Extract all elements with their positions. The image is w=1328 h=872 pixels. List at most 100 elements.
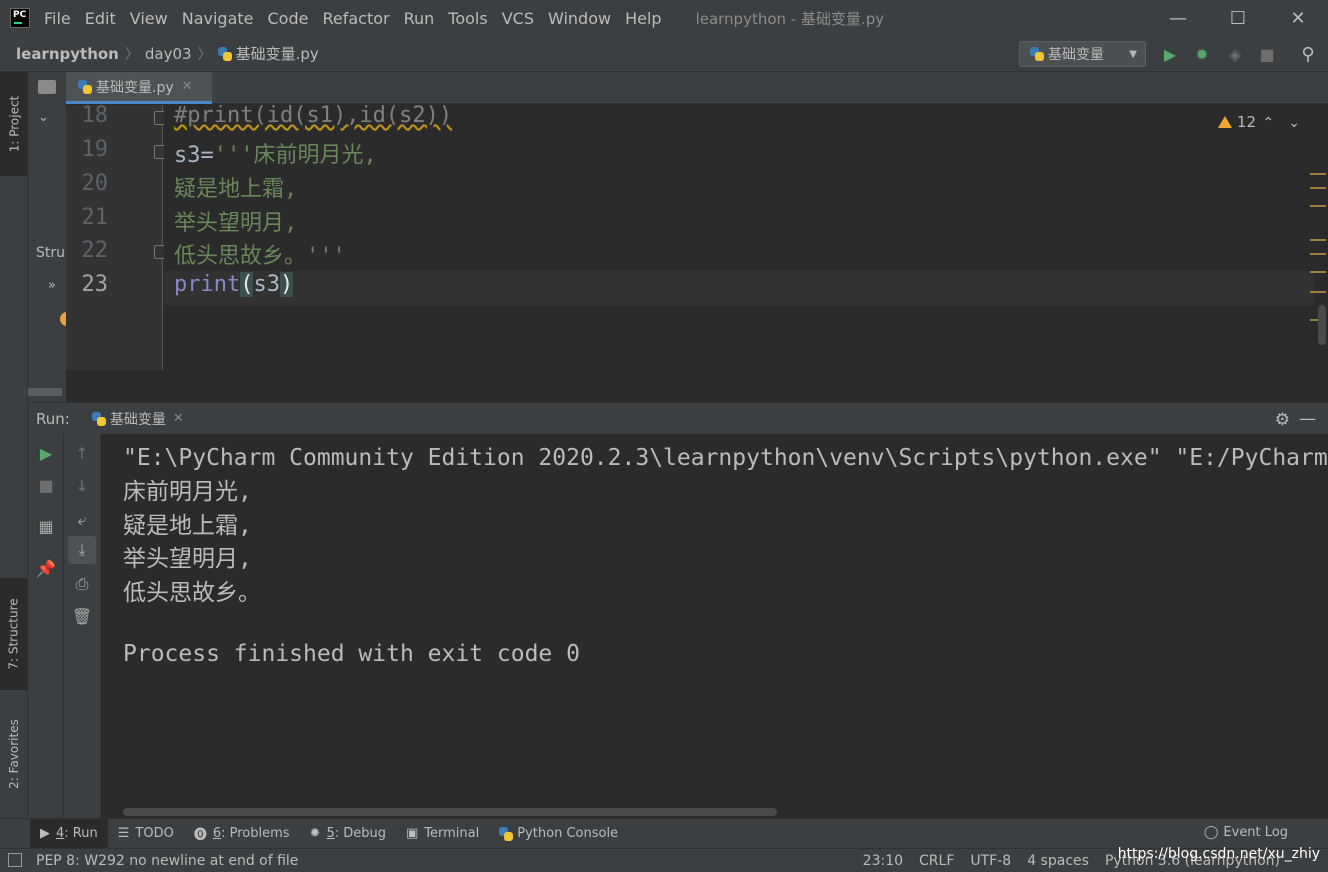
breadcrumb-file[interactable]: 基础变量.py [236,43,319,64]
indent-setting[interactable]: 4 spaces [1027,853,1089,869]
menu-refactor[interactable]: Refactor [322,9,389,28]
run-with-coverage-icon[interactable]: ◈ [1225,44,1245,64]
trash-icon[interactable]: 🗑 [64,602,100,630]
menu-code[interactable]: Code [268,9,309,28]
run-configuration-label: 基础变量 [1048,47,1104,63]
stop-icon[interactable]: ■ [1257,44,1277,64]
line-number: 19 [81,137,109,162]
event-log-button[interactable]: ◯ Event Log [1204,825,1288,840]
run-icon[interactable]: ▶ [1160,44,1180,64]
problems-icon: ⓿ [193,828,207,843]
tab-structure[interactable]: 7: Structure [0,578,28,690]
run-tab-label: 基础变量 [109,411,166,428]
tool-todo[interactable]: ☰ TODO [108,819,184,849]
stop-icon[interactable]: ■ [28,471,64,499]
breadcrumb: learnpython 〉 day03 〉 基础变量.py [16,43,319,64]
run-toolbar-secondary: ↑ ↓ ⤶ ⤓ ⎙ 🗑 [64,434,101,818]
editor-tab-bar: 基础变量.py ✕ [66,72,1328,104]
inspection-navigation[interactable]: ⌃⌄ [1263,115,1314,131]
warning-stripe[interactable] [1310,271,1326,273]
line-number: 21 [81,205,109,230]
editor-gutter: 18 19 20 21 22 23 [66,103,166,370]
pycharm-logo-icon: PC [10,8,30,28]
minimize-icon[interactable]: — [1299,409,1316,429]
warning-stripe[interactable] [1310,173,1326,175]
toggle-tool-windows-icon[interactable] [8,853,22,867]
window-controls: — ☐ ✕ [1148,0,1328,36]
line-number: 20 [81,171,109,196]
tab-project[interactable]: 1: Project [0,72,28,176]
tool-debug[interactable]: ✹ 5: Debug [300,819,396,849]
menu-tools[interactable]: Tools [448,9,487,28]
soft-wrap-icon[interactable]: ⤶ [64,506,100,534]
run-tab-basic-variables[interactable]: 基础变量 ✕ [91,403,184,435]
watermark-text: https://blog.csdn.net/xu_zhiy [1117,846,1320,862]
inspection-widget[interactable]: 12 [1217,113,1256,131]
search-icon[interactable]: ⚲ [1298,44,1318,65]
warning-stripe[interactable] [1310,291,1326,293]
warning-stripe[interactable] [1310,239,1326,241]
pin-tab-icon[interactable]: 📌 [28,554,64,582]
warning-stripe[interactable] [1310,253,1326,255]
gear-icon[interactable]: ⚙ [1275,410,1290,430]
scroll-to-end-icon[interactable]: ⤓ [68,536,96,564]
tab-project-label: 1: Project [7,95,21,153]
tab-basic-variables-py[interactable]: 基础变量.py ✕ [66,72,212,104]
panel-scrollbar[interactable] [28,388,62,396]
tool-terminal[interactable]: ▣ Terminal [396,819,489,849]
minimize-window-button[interactable]: — [1148,0,1208,36]
warning-stripe[interactable] [1310,187,1326,189]
menu-run[interactable]: Run [404,9,435,28]
menu-file[interactable]: File [44,9,71,28]
tool-problems[interactable]: ⓿6: Problems [184,819,300,849]
menu-vcs[interactable]: VCS [502,9,534,28]
menu-help[interactable]: Help [625,9,661,28]
close-window-button[interactable]: ✕ [1268,0,1328,36]
console-horizontal-scrollbar[interactable] [123,808,777,816]
breadcrumb-folder[interactable]: day03 [145,45,192,63]
expand-icon[interactable]: » [48,278,56,293]
restore-layout-icon[interactable]: ▦ [28,512,64,540]
menu-navigate[interactable]: Navigate [182,9,254,28]
rerun-icon[interactable]: ▶ [28,439,64,467]
warning-icon [1217,116,1232,128]
file-encoding[interactable]: UTF-8 [970,853,1011,869]
debug-icon[interactable]: ✹ [1192,44,1212,64]
run-configuration-selector[interactable]: 基础变量 ▼ [1019,41,1146,67]
line-number: 18 [81,103,109,128]
menu-view[interactable]: View [130,9,168,28]
close-icon[interactable]: ✕ [182,79,193,94]
caret-position[interactable]: 23:10 [863,853,903,869]
breadcrumb-separator-icon: 〉 [124,46,139,63]
folder-icon[interactable] [38,80,56,94]
python-console-icon [499,826,514,841]
breadcrumb-project[interactable]: learnpython [16,45,119,63]
print-icon[interactable]: ⎙ [64,570,100,598]
run-icon: ▶ [40,826,50,841]
editor-scrollbar[interactable] [1318,305,1326,345]
run-console-output[interactable]: "E:\PyCharm Community Edition 2020.2.3\l… [101,434,1328,818]
status-message[interactable]: PEP 8: W292 no newline at end of file [36,853,298,869]
tab-favorites-label: 2: Favorites [7,719,22,789]
speech-bubble-icon: ◯ [1203,825,1219,840]
tab-favorites[interactable]: 2: Favorites [0,700,28,808]
list-icon: ☰ [117,826,130,841]
python-file-icon [1030,47,1044,61]
title-bar: PC File Edit View Navigate Code Refactor… [0,0,1328,36]
arrow-down-icon[interactable]: ↓ [64,471,100,499]
chevron-down-icon[interactable]: ⌄ [38,110,49,125]
line-separator[interactable]: CRLF [919,853,954,869]
menu-window[interactable]: Window [548,9,611,28]
run-toolbar-primary: ▶ ■ ▦ 📌 [28,434,64,818]
python-file-icon [78,79,92,94]
close-icon[interactable]: ✕ [173,411,184,426]
tool-python-console[interactable]: Python Console [489,819,628,849]
menu-edit[interactable]: Edit [85,9,116,28]
maximize-window-button[interactable]: ☐ [1208,0,1268,36]
tool-run[interactable]: ▶ 4: Run [30,818,108,849]
bug-icon: ✹ [309,826,321,841]
warning-stripe[interactable] [1310,205,1326,207]
run-panel-label: Run: [36,409,70,428]
code-editor[interactable]: #print(id(s1),id(s2)) s3='''床前明月光, 疑是地上霜… [164,103,1328,370]
arrow-up-icon[interactable]: ↑ [64,439,100,467]
